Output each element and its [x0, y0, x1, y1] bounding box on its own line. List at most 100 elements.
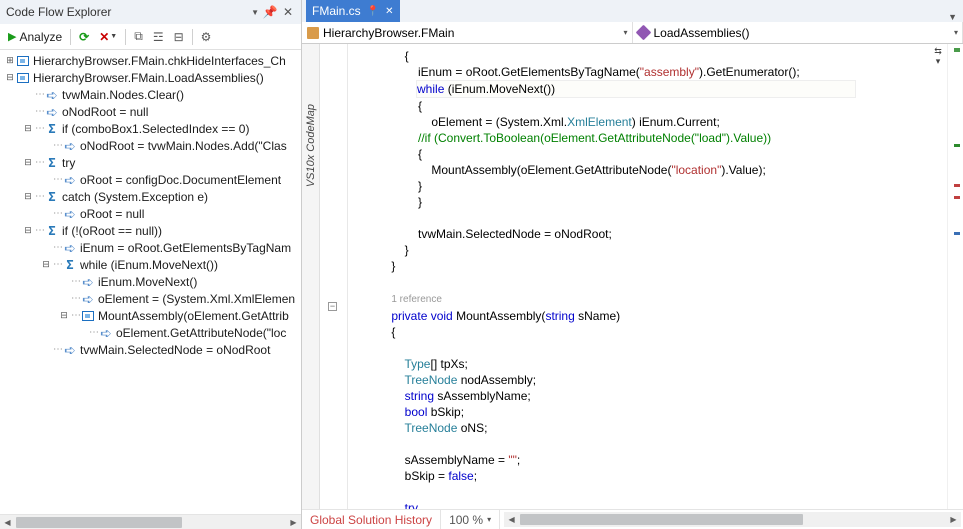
code-line[interactable]: bool bSkip;	[378, 404, 947, 420]
code-line[interactable]: oElement = (System.Xml.XmlElement) iEnum…	[378, 114, 947, 130]
settings-button[interactable]: ⚙	[197, 26, 216, 48]
code-line[interactable]: TreeNode oNS;	[378, 420, 947, 436]
outline-gutter[interactable]: −	[320, 44, 348, 509]
code-line[interactable]: 1 reference	[378, 290, 947, 308]
expander-expanded[interactable]: ⊟	[58, 310, 70, 322]
tab-fmain[interactable]: FMain.cs 📍 ✕	[306, 0, 400, 22]
scroll-right-button[interactable]: ▶	[946, 512, 961, 527]
expander-expanded[interactable]: ⊟	[22, 191, 34, 203]
pinned-icon[interactable]: 📍	[367, 6, 379, 17]
fold-toggle[interactable]: −	[328, 302, 337, 311]
expander-expanded[interactable]: ⊟	[22, 225, 34, 237]
member-navigator-combo[interactable]: LoadAssemblies() ▾	[633, 22, 963, 43]
expander-collapsed[interactable]: ⊞	[4, 55, 16, 67]
code-line[interactable]: try	[378, 500, 947, 509]
expander-expanded[interactable]: ⊟	[22, 123, 34, 135]
code-line[interactable]: }	[378, 258, 947, 274]
code-line[interactable]: bSkip = false;	[378, 468, 947, 484]
indicator-mark[interactable]	[954, 184, 960, 187]
code-line[interactable]: }	[378, 194, 947, 210]
close-icon[interactable]: ✕	[385, 6, 393, 17]
code-flow-tree[interactable]: ⊞HierarchyBrowser.FMain.chkHideInterface…	[0, 50, 301, 360]
expander-expanded[interactable]: ⊟	[4, 72, 16, 84]
method-combo-text: LoadAssemblies()	[654, 26, 750, 40]
code-line[interactable]: iEnum = oRoot.GetElementsByTagName("asse…	[378, 64, 947, 80]
refresh-button[interactable]: ⟳	[75, 26, 93, 48]
tree-node[interactable]: ⊞HierarchyBrowser.FMain.chkHideInterface…	[0, 52, 301, 69]
statement-arrow-icon: ➪	[45, 88, 59, 102]
expander-expanded[interactable]: ⊟	[40, 259, 52, 271]
indicator-mark[interactable]	[954, 144, 960, 147]
tree-node[interactable]: ⋯➪oNodRoot = null	[0, 103, 301, 120]
code-line[interactable]: {	[378, 324, 947, 340]
delete-button[interactable]: ✕▼	[95, 26, 121, 48]
codemap-strip[interactable]: VS10x CodeMap	[302, 44, 320, 509]
code-line[interactable]: }	[378, 242, 947, 258]
code-line[interactable]: }	[378, 178, 947, 194]
class-navigator-combo[interactable]: HierarchyBrowser.FMain ▾	[302, 22, 633, 43]
explorer-titlebar[interactable]: Code Flow Explorer ▼ 📌 ✕	[0, 0, 301, 24]
tree-node[interactable]: ⋯➪oRoot = configDoc.DocumentElement	[0, 171, 301, 188]
tree-node[interactable]: ⋯➪iEnum = oRoot.GetElementsByTagNam	[0, 239, 301, 256]
collapse-button[interactable]: ⊟	[170, 26, 188, 48]
pin-icon[interactable]: 📌	[263, 5, 277, 19]
tree-connector: ⋯	[35, 123, 44, 134]
code-line[interactable]: TreeNode nodAssembly;	[378, 372, 947, 388]
tree-node[interactable]: ⊟⋯Σcatch (System.Exception e)	[0, 188, 301, 205]
code-line[interactable]	[378, 484, 947, 500]
expander-expanded[interactable]: ⊟	[22, 157, 34, 169]
tree-node[interactable]: ⊟⋯MountAssembly(oElement.GetAttrib	[0, 307, 301, 324]
code-line[interactable]: string sAssemblyName;	[378, 388, 947, 404]
scroll-right-button[interactable]: ▶	[286, 515, 301, 529]
tree-node[interactable]: ⊟⋯Σif (comboBox1.SelectedIndex == 0)	[0, 120, 301, 137]
scroll-thumb[interactable]	[520, 514, 803, 525]
horizontal-scrollbar[interactable]: ◀ ▶	[504, 512, 961, 527]
close-icon[interactable]: ✕	[281, 5, 295, 19]
tree-node[interactable]: ⊟⋯Σwhile (iEnum.MoveNext())	[0, 256, 301, 273]
code-line[interactable]: sAssemblyName = "";	[378, 452, 947, 468]
code-line[interactable]: private void MountAssembly(string sName)	[378, 308, 947, 324]
code-editor[interactable]: { iEnum = oRoot.GetElementsByTagName("as…	[348, 44, 947, 509]
copy-button[interactable]: ⧉	[130, 26, 147, 48]
code-line[interactable]	[378, 210, 947, 226]
horizontal-scrollbar[interactable]: ◀ ▶	[0, 514, 301, 529]
tree-node[interactable]: ⋯➪tvwMain.Nodes.Clear()	[0, 86, 301, 103]
tree-node[interactable]: ⋯➪oElement = (System.Xml.XmlElemen	[0, 290, 301, 307]
code-line[interactable]: MountAssembly(oElement.GetAttributeNode(…	[378, 162, 947, 178]
code-line[interactable]	[378, 340, 947, 356]
codelens-references[interactable]: 1 reference	[391, 294, 442, 305]
code-line[interactable]	[378, 436, 947, 452]
scroll-left-button[interactable]: ◀	[0, 515, 15, 529]
tree-node[interactable]: ⋯➪tvwMain.SelectedNode = oNodRoot	[0, 341, 301, 358]
code-line[interactable]: {	[378, 98, 947, 114]
indicator-margin[interactable]	[947, 44, 963, 509]
code-line[interactable]: tvwMain.SelectedNode = oNodRoot;	[378, 226, 947, 242]
list-button[interactable]: ☲	[149, 26, 168, 48]
statement-arrow-icon: ➪	[63, 241, 77, 255]
scroll-thumb[interactable]	[16, 517, 182, 528]
global-solution-history-button[interactable]: Global Solution History	[302, 510, 441, 529]
tree-node[interactable]: ⋯➪oNodRoot = tvwMain.Nodes.Add("Clas	[0, 137, 301, 154]
titlebar-menu-icon[interactable]: ▼	[251, 8, 259, 17]
tree-node[interactable]: ⋯➪oElement.GetAttributeNode("loc	[0, 324, 301, 341]
tree-node[interactable]: ⊟HierarchyBrowser.FMain.LoadAssemblies()	[0, 69, 301, 86]
split-down-icon[interactable]: ▾	[931, 56, 945, 66]
code-line[interactable]: {	[378, 48, 947, 64]
code-line[interactable]: Type[] tpXs;	[378, 356, 947, 372]
tree-node[interactable]: ⊟⋯Σif (!(oRoot == null))	[0, 222, 301, 239]
code-line[interactable]: while (iEnum.MoveNext())	[378, 80, 947, 98]
code-line[interactable]: {	[378, 146, 947, 162]
tree-node[interactable]: ⋯➪iEnum.MoveNext()	[0, 273, 301, 290]
indicator-mark[interactable]	[954, 196, 960, 199]
tree-node[interactable]: ⊟⋯Σtry	[0, 154, 301, 171]
scroll-left-button[interactable]: ◀	[504, 512, 519, 527]
split-up-icon[interactable]: ⇆	[931, 46, 945, 56]
code-line[interactable]: //if (Convert.ToBoolean(oElement.GetAttr…	[378, 130, 947, 146]
zoom-combo[interactable]: 100 % ▾	[441, 510, 500, 529]
tab-overflow-icon[interactable]: ▼	[942, 12, 963, 22]
analyze-button[interactable]: ▶ Analyze	[4, 26, 66, 48]
code-line[interactable]	[378, 274, 947, 290]
indicator-mark[interactable]	[954, 232, 960, 235]
tree-node[interactable]: ⋯➪oRoot = null	[0, 205, 301, 222]
tree-node-label: while (iEnum.MoveNext())	[80, 258, 218, 272]
